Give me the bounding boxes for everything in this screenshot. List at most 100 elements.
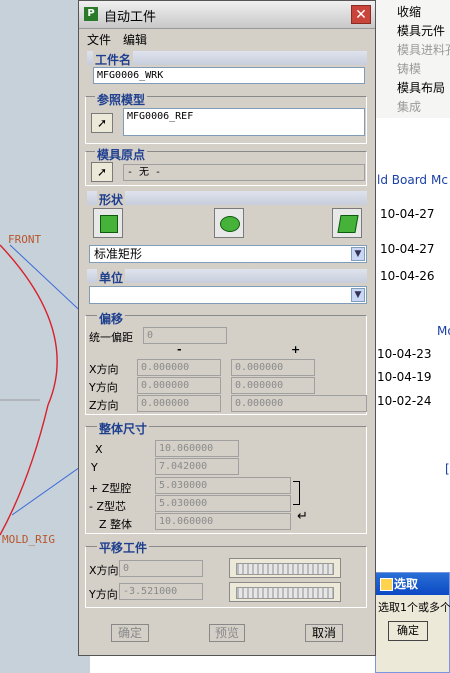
shape-select[interactable]: 标准矩形 ▼ [89, 245, 367, 263]
size-z-cavity-label: + Z型腔 [89, 482, 132, 495]
translate-y-label: Y方向 [89, 588, 118, 601]
translate-label: 平移工件 [97, 539, 150, 556]
menu-item-mold-layout[interactable]: 模具布局 [397, 79, 445, 96]
list-item-date: 10-04-27 [380, 242, 435, 256]
cancel-button[interactable]: 取消 [305, 624, 343, 642]
viewport-geometry [0, 244, 90, 536]
list-item-date: 10-04-19 [377, 370, 432, 384]
minus-header: - [177, 343, 182, 356]
front-plane-label: FRONT [8, 233, 42, 246]
z-offset-label: Z方向 [89, 399, 119, 412]
menu-edit[interactable]: 编辑 [123, 31, 147, 48]
select-origin-button[interactable]: ➚ [91, 162, 113, 182]
custom-shape-icon [337, 215, 359, 233]
unit-header [87, 269, 367, 283]
size-z-total-field: 10.060000 [155, 513, 291, 530]
cad-viewport[interactable]: FRONT MOLD_RIG [0, 0, 90, 673]
offset-label: 偏移 [97, 310, 126, 327]
ok-button[interactable]: 确定 [111, 624, 149, 642]
x-offset-plus-input[interactable]: 0.000000 [231, 359, 315, 376]
shape-label: 形状 [97, 191, 126, 208]
more-header-link[interactable]: Mc [431, 173, 448, 187]
size-z-core-field: 5.030000 [155, 495, 291, 512]
translate-y-slider[interactable] [229, 582, 341, 602]
mold-origin-field: - 无 - [123, 164, 365, 181]
z-offset-minus-input[interactable]: 0.000000 [137, 395, 221, 412]
z-offset-plus-input[interactable]: 0.000000 [231, 395, 367, 412]
list-item-date: 10-04-23 [377, 347, 432, 361]
mold-origin-label: 模具原点 [95, 146, 148, 163]
size-x-label: X [95, 443, 103, 456]
overall-size-label: 整体尺寸 [97, 420, 150, 437]
y-offset-minus-input[interactable]: 0.000000 [137, 377, 221, 394]
unit-label: 单位 [97, 269, 126, 286]
reference-model-label: 参照模型 [95, 91, 148, 108]
size-z-cavity-field: 5.030000 [155, 477, 291, 494]
translate-x-slider[interactable] [229, 558, 341, 578]
sum-arrow-icon: ↵ [297, 509, 308, 524]
dialog-title: 自动工件 [104, 10, 157, 25]
menu-item-integrate: 集成 [397, 100, 422, 114]
select-dialog: 选取 选取1个或多个 确定 [375, 572, 450, 673]
y-offset-label: Y方向 [89, 381, 118, 394]
shape-select-value: 标准矩形 [94, 247, 143, 261]
slider-track [236, 563, 334, 575]
more-link[interactable]: Mo [437, 324, 450, 338]
size-z-total-label: Z 整体 [99, 518, 133, 531]
unit-select[interactable]: ▼ [89, 286, 367, 304]
dialog-titlebar: P 自动工件 ✕ [79, 1, 375, 29]
translate-y-input[interactable]: -3.521000 [119, 583, 203, 600]
select-dialog-titlebar: 选取 [376, 573, 449, 595]
size-z-core-label: - Z型芯 [89, 500, 127, 513]
plus-header: + [291, 343, 301, 356]
arrow-cursor-icon: ➚ [96, 116, 108, 130]
shape-box-button[interactable] [93, 208, 123, 238]
arrow-cursor-icon: ➚ [96, 165, 108, 179]
preview-button[interactable]: 预览 [209, 624, 245, 642]
size-y-field: 7.042000 [155, 458, 239, 475]
select-dialog-title: 选取 [394, 577, 419, 591]
select-ok-button[interactable]: 确定 [388, 621, 428, 641]
shape-cylinder-button[interactable] [214, 208, 244, 238]
size-x-field: 10.060000 [155, 440, 239, 457]
x-offset-minus-input[interactable]: 0.000000 [137, 359, 221, 376]
app-icon: P [84, 7, 98, 21]
workpiece-name-input[interactable]: MFG0006_WRK [93, 67, 365, 84]
tail-link[interactable]: [ [445, 462, 450, 476]
menu-item-mold-component[interactable]: 模具元件 [397, 22, 445, 39]
chevron-down-icon[interactable]: ▼ [351, 247, 365, 261]
y-offset-plus-input[interactable]: 0.000000 [231, 377, 315, 394]
size-bracket [293, 481, 300, 505]
close-icon: ✕ [355, 7, 367, 23]
cylinder-shape-icon [220, 216, 240, 232]
menu-item-shrinkage[interactable]: 收缩 [397, 3, 421, 20]
uniform-offset-label: 统一偏距 [89, 331, 133, 344]
select-app-icon [380, 578, 393, 591]
menu-item-casting: 铸模 [397, 62, 422, 76]
mold-right-label: MOLD_RIG [2, 533, 55, 546]
auto-workpiece-dialog: P 自动工件 ✕ 文件 编辑 工件名 MFG0006_WRK 参照模型 ➚ MF… [78, 0, 376, 656]
size-y-label: Y [91, 461, 98, 474]
menu-file[interactable]: 文件 [87, 31, 111, 48]
list-item-date: 10-02-24 [377, 394, 432, 408]
slider-track [236, 587, 334, 599]
uniform-offset-input[interactable]: 0 [143, 327, 227, 344]
close-button[interactable]: ✕ [351, 5, 371, 24]
board-link[interactable]: ld Board [377, 173, 427, 187]
box-shape-icon [100, 215, 118, 233]
chevron-down-icon[interactable]: ▼ [351, 288, 365, 302]
menubar: 文件 编辑 [79, 29, 375, 47]
translate-x-label: X方向 [89, 564, 119, 577]
x-offset-label: X方向 [89, 363, 119, 376]
reference-model-input[interactable]: MFG0006_REF [123, 108, 365, 136]
background-menu: 收缩 模具元件 模具进料孔 铸模 模具布局 集成 [375, 0, 450, 118]
menu-item-feed: 模具进料孔 [397, 43, 450, 57]
list-item-date: 10-04-27 [380, 207, 435, 221]
shape-header [87, 191, 367, 205]
select-reference-button[interactable]: ➚ [91, 113, 113, 133]
select-message: 选取1个或多个 [378, 601, 450, 614]
shape-custom-button[interactable] [332, 208, 362, 238]
workpiece-name-label: 工件名 [93, 51, 134, 68]
list-item-date: 10-04-26 [380, 269, 435, 283]
translate-x-input[interactable]: 0 [119, 560, 203, 577]
